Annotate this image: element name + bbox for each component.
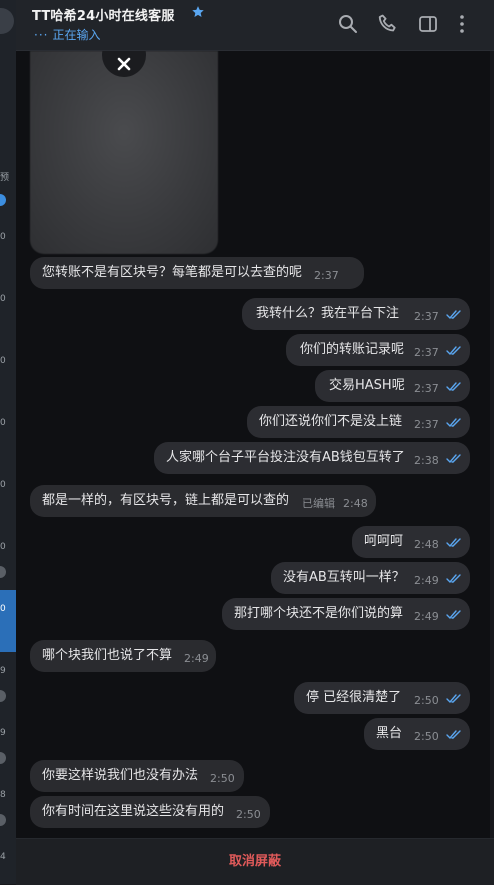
more-button[interactable] bbox=[450, 12, 474, 36]
double-check-icon bbox=[446, 418, 461, 428]
strip-label: 8 bbox=[0, 790, 6, 800]
message-text: 都是一样的，有区块号，链上都是可以查的 bbox=[42, 493, 290, 508]
call-button[interactable] bbox=[376, 12, 400, 36]
message-bubble-outgoing[interactable]: 那打哪个块还不是你们说的算 2:49 bbox=[222, 598, 470, 630]
phone-icon bbox=[378, 14, 396, 32]
message-bubble-incoming[interactable]: 你有时间在这里说这些没有用的 2:50 bbox=[30, 796, 270, 828]
double-check-icon bbox=[446, 730, 461, 740]
strip-label: 预 bbox=[0, 173, 10, 183]
badge bbox=[0, 566, 6, 578]
close-icon bbox=[117, 57, 131, 71]
chat-list-strip: 预 0 0 0 0 0 0 0 9 9 8 4 bbox=[0, 0, 16, 884]
badge bbox=[0, 690, 6, 702]
search-button[interactable] bbox=[336, 12, 360, 36]
message-text: 我转什么？我在平台下注 bbox=[256, 306, 400, 321]
chat-title[interactable]: TT哈希24小时在线客服 bbox=[32, 5, 175, 24]
message-text: 人家哪个台子平台投注没有AB钱包互转了 bbox=[166, 450, 405, 465]
message-bubble-outgoing[interactable]: 黑台 2:50 bbox=[364, 718, 470, 750]
message-text: 呵呵呵 bbox=[364, 534, 404, 549]
message-text: 你们还说你们不是没上链 bbox=[259, 414, 403, 429]
message-time: 2:37 bbox=[414, 346, 439, 359]
double-check-icon bbox=[446, 454, 461, 464]
message-list[interactable]: 您转账不是有区块号？每笔都是可以去查的呢 2:37 我转什么？我在平台下注 2:… bbox=[16, 51, 490, 838]
unblock-button[interactable]: 取消屏蔽 bbox=[16, 839, 494, 885]
media-close-button[interactable] bbox=[102, 51, 146, 77]
typing-text: 正在输入 bbox=[52, 28, 101, 42]
sidebar-toggle-button[interactable] bbox=[416, 12, 440, 36]
message-bubble-incoming[interactable]: 你要这样说我们也没有办法 2:50 bbox=[30, 760, 244, 792]
unread-badge bbox=[0, 194, 6, 206]
message-time: 2:37 bbox=[314, 269, 339, 282]
message-time: 2:38 bbox=[414, 454, 439, 467]
message-time: 2:49 bbox=[414, 574, 439, 587]
message-text: 你有时间在这里说这些没有用的 bbox=[42, 804, 225, 819]
double-check-icon bbox=[446, 538, 461, 548]
message-time: 2:50 bbox=[414, 730, 439, 743]
message-text: 那打哪个块还不是你们说的算 bbox=[234, 606, 404, 621]
message-time: 2:50 bbox=[236, 808, 261, 821]
message-bubble-outgoing[interactable]: 人家哪个台子平台投注没有AB钱包互转了 2:38 bbox=[154, 442, 470, 474]
message-edited-label: 已编辑 bbox=[302, 497, 335, 510]
typing-status: ··· 正在输入 bbox=[34, 26, 100, 43]
message-time: 2:48 bbox=[414, 538, 439, 551]
strip-label: 9 bbox=[0, 666, 6, 676]
sidebar-toggle-icon bbox=[419, 16, 437, 32]
search-icon bbox=[339, 15, 357, 33]
strip-label: 0 bbox=[0, 356, 6, 366]
message-time: 2:49 bbox=[414, 610, 439, 623]
message-bubble-outgoing[interactable]: 呵呵呵 2:48 bbox=[352, 526, 470, 558]
message-text: 你们的转账记录呢 bbox=[300, 342, 405, 357]
double-check-icon bbox=[446, 610, 461, 620]
badge bbox=[0, 814, 6, 826]
message-time: 2:50 bbox=[414, 694, 439, 707]
strip-label: 9 bbox=[0, 728, 6, 738]
message-text: 交易HASH呢 bbox=[329, 378, 405, 393]
message-bubble-incoming[interactable]: 哪个块我们也说了不算 2:49 bbox=[30, 640, 216, 672]
message-time: 2:37 bbox=[414, 418, 439, 431]
strip-label: 0 bbox=[0, 418, 6, 428]
message-text: 你要这样说我们也没有办法 bbox=[42, 768, 199, 783]
double-check-icon bbox=[446, 382, 461, 392]
message-bubble-outgoing[interactable]: 你们的转账记录呢 2:37 bbox=[286, 334, 470, 366]
strip-label: 0 bbox=[0, 294, 6, 304]
message-bubble-outgoing[interactable]: 没有AB互转叫一样？ 2:49 bbox=[271, 562, 470, 594]
message-time: 2:48 bbox=[343, 497, 368, 510]
message-text: 您转账不是有区块号？每笔都是可以去查的呢 bbox=[42, 265, 303, 280]
message-time: 2:49 bbox=[184, 652, 209, 665]
message-text: 没有AB互转叫一样？ bbox=[283, 570, 405, 585]
more-vertical-icon bbox=[460, 15, 464, 33]
strip-label: 0 bbox=[0, 604, 6, 614]
double-check-icon bbox=[446, 694, 461, 704]
message-bubble-incoming[interactable]: 您转账不是有区块号？每笔都是可以去查的呢 2:37 bbox=[30, 257, 364, 289]
double-check-icon bbox=[446, 346, 461, 356]
verified-star-icon bbox=[192, 6, 204, 17]
message-text: 停 已经很清楚了 bbox=[306, 690, 402, 705]
active-chat-indicator[interactable] bbox=[0, 590, 16, 652]
bottom-bar: 取消屏蔽 bbox=[16, 838, 494, 885]
message-bubble-outgoing[interactable]: 交易HASH呢 2:37 bbox=[315, 370, 470, 402]
strip-label: 4 bbox=[0, 852, 6, 862]
badge bbox=[0, 752, 6, 764]
message-text: 哪个块我们也说了不算 bbox=[42, 648, 173, 663]
message-time: 2:37 bbox=[414, 310, 439, 323]
message-bubble-outgoing[interactable]: 我转什么？我在平台下注 2:37 bbox=[242, 298, 470, 330]
strip-label: 0 bbox=[0, 542, 6, 552]
typing-dots: ··· bbox=[34, 28, 49, 42]
message-bubble-incoming[interactable]: 都是一样的，有区块号，链上都是可以查的 已编辑 2:48 bbox=[30, 485, 376, 517]
blurred-media-thumbnail[interactable] bbox=[30, 51, 218, 254]
double-check-icon bbox=[446, 574, 461, 584]
message-time: 2:37 bbox=[414, 382, 439, 395]
double-check-icon bbox=[446, 310, 461, 320]
strip-label: 0 bbox=[0, 480, 6, 490]
avatar[interactable] bbox=[0, 8, 14, 34]
chat-header: TT哈希24小时在线客服 ··· 正在输入 bbox=[16, 0, 494, 51]
message-bubble-outgoing[interactable]: 你们还说你们不是没上链 2:37 bbox=[247, 406, 470, 438]
strip-label: 0 bbox=[0, 232, 6, 242]
message-bubble-outgoing[interactable]: 停 已经很清楚了 2:50 bbox=[294, 682, 470, 714]
message-time: 2:50 bbox=[210, 772, 235, 785]
message-text: 黑台 bbox=[376, 726, 403, 741]
